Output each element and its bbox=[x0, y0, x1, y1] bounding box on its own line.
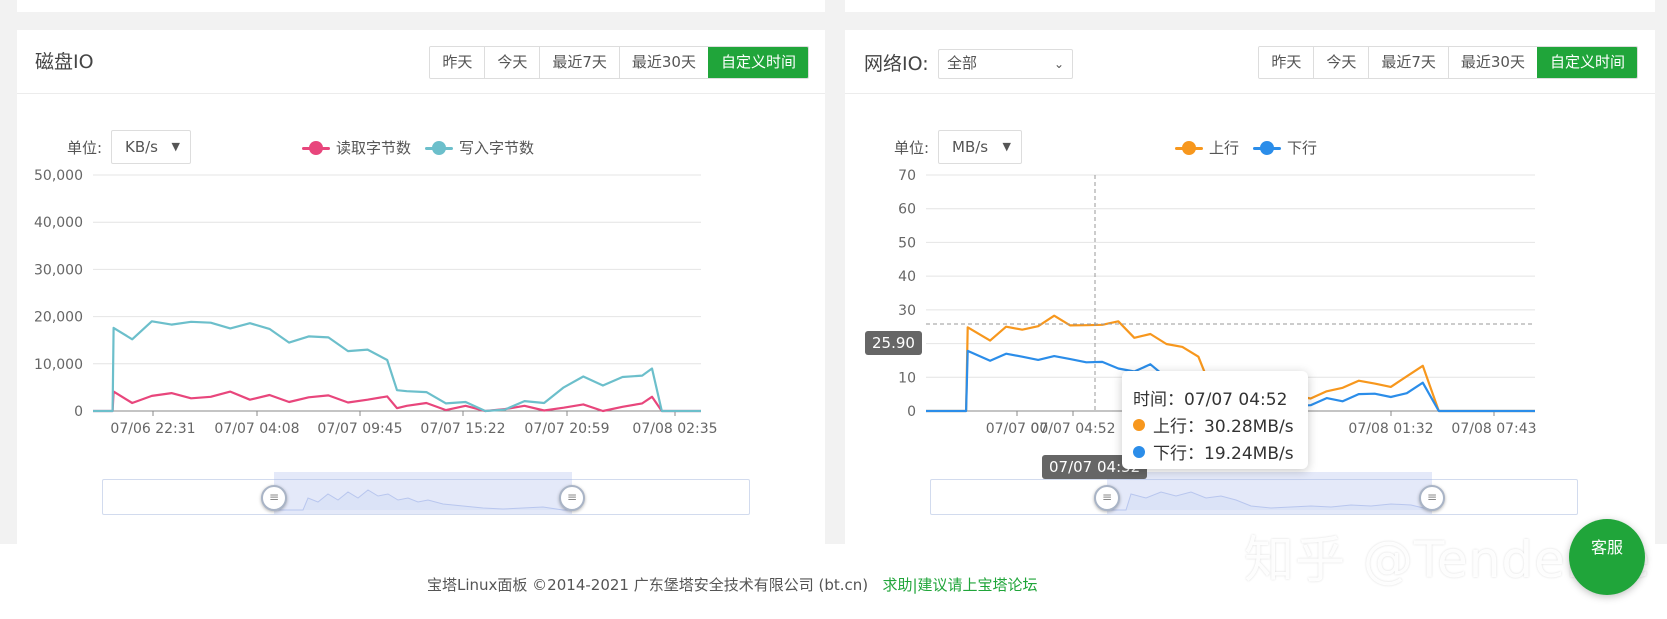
footer-text: 宝塔Linux面板 ©2014-2021 广东堡塔安全技术有限公司 (bt.cn… bbox=[427, 574, 1038, 595]
zoom-handle-left-icon[interactable]: ≡ bbox=[261, 485, 287, 511]
y-tick-label: 0 bbox=[74, 404, 83, 420]
x-tick-label: 07/08 02:35 bbox=[632, 421, 717, 437]
y-tick-label: 10,000 bbox=[34, 357, 83, 373]
disk-zoom-slider[interactable]: ≡ ≡ bbox=[102, 472, 750, 515]
up-dot-icon bbox=[1133, 418, 1145, 431]
disk-io-chart: 0 10,000 20,000 30,000 40,000 50,000 07/06 22:… bbox=[34, 168, 718, 437]
y-tick-label: 50 bbox=[898, 235, 916, 251]
series-line-0 bbox=[93, 390, 701, 413]
y-tick-label: 10 bbox=[898, 370, 916, 386]
y-tick-label: 70 bbox=[898, 168, 916, 184]
disk-io-panel: 磁盘IO 昨天 今天 最近7天 最近30天 自定义时间 单位: KB/s ▼ 读… bbox=[17, 30, 825, 544]
footer-forum-link[interactable]: 求助|建议请上宝塔论坛 bbox=[882, 576, 1037, 594]
y-tick-label: 50,000 bbox=[34, 168, 83, 184]
customer-service-label: 客服 bbox=[1590, 538, 1623, 557]
x-tick-label: 07/07 09:45 bbox=[317, 421, 402, 437]
zoom-handle-right-icon[interactable]: ≡ bbox=[559, 485, 585, 511]
x-tick-label: 07/08 01:32 bbox=[1348, 421, 1433, 437]
x-tick-label: 07/06 22:31 bbox=[110, 421, 195, 437]
y-tick-label: 30 bbox=[898, 303, 916, 319]
tooltip-time: 时间：07/07 04:52 bbox=[1133, 390, 1288, 410]
tooltip-down-row: 下行：19.24MB/s bbox=[1133, 439, 1294, 464]
tooltip-up-value: 上行：30.28MB/s bbox=[1153, 417, 1294, 437]
footer-copyright: 宝塔Linux面板 ©2014-2021 广东堡塔安全技术有限公司 (bt.cn… bbox=[427, 576, 869, 594]
y-tick-label: 30,000 bbox=[34, 262, 83, 278]
down-dot-icon bbox=[1133, 445, 1145, 458]
y-tick-label: 40 bbox=[898, 269, 916, 285]
x-tick-label: 07/07 15:22 bbox=[420, 421, 505, 437]
tooltip-up-row: 上行：30.28MB/s bbox=[1133, 412, 1294, 437]
x-tick-label: 07/08 07:43 bbox=[1451, 421, 1536, 437]
y-tick-label: 60 bbox=[898, 202, 916, 218]
chart-tooltip: 时间：07/07 04:52 上行：30.28MB/s 下行：19.24MB/s bbox=[1122, 371, 1308, 469]
x-tick-label: 07/07 20:59 bbox=[524, 421, 609, 437]
y-tick-label: 0 bbox=[907, 404, 916, 420]
zoom-handle-right-icon[interactable]: ≡ bbox=[1419, 485, 1445, 511]
customer-service-button[interactable]: 客服 bbox=[1569, 519, 1645, 595]
net-zoom-slider[interactable]: ≡ ≡ bbox=[930, 472, 1578, 515]
top-strip-left bbox=[17, 0, 825, 12]
tooltip-down-value: 下行：19.24MB/s bbox=[1153, 444, 1294, 464]
y-tick-label: 20,000 bbox=[34, 310, 83, 326]
y-tick-label: 40,000 bbox=[34, 215, 83, 231]
zoom-handle-left-icon[interactable]: ≡ bbox=[1094, 485, 1120, 511]
axis-pointer-y-label: 25.90 bbox=[865, 331, 922, 355]
top-strip-right bbox=[845, 0, 1655, 12]
x-tick-label: 07/07 04:52 bbox=[1030, 421, 1115, 437]
x-tick-label: 07/07 04:08 bbox=[214, 421, 299, 437]
